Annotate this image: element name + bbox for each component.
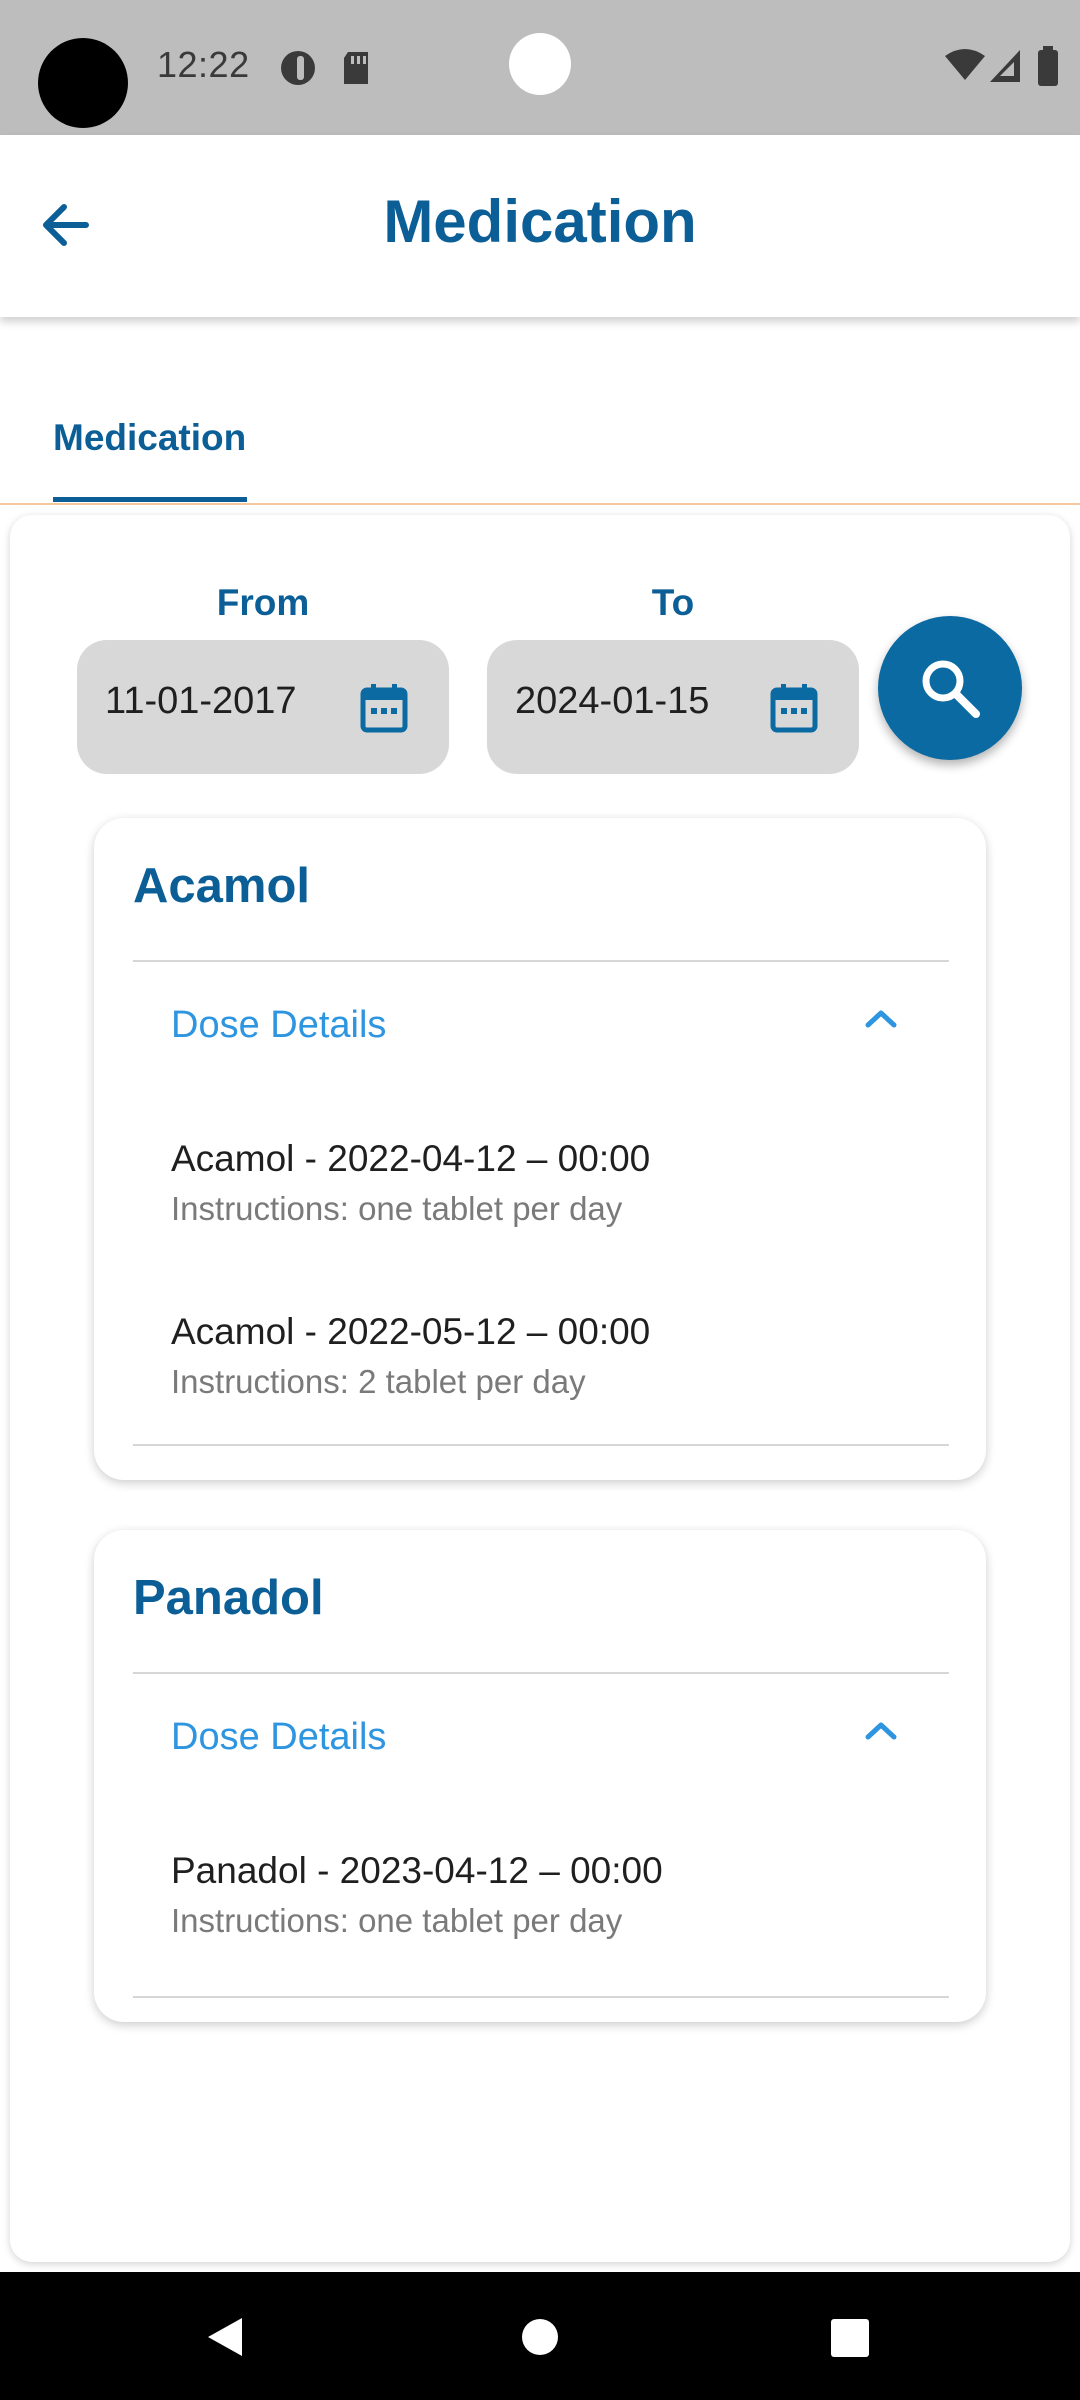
dose-title: Panadol - 2023-04-12 – 00:00 <box>171 1850 663 1891</box>
to-date-field[interactable]: 2024-01-15 <box>487 640 859 774</box>
tab-indicator <box>53 497 247 502</box>
system-navigation-bar <box>0 2272 1080 2400</box>
dose-title: Acamol - 2022-04-12 – 00:00 <box>171 1138 651 1179</box>
data-saver-icon <box>281 51 315 85</box>
signal-icon <box>990 50 1020 82</box>
medication-name: Panadol <box>133 1571 324 1625</box>
medication-name: Acamol <box>133 859 311 913</box>
page-title: Medication <box>383 188 697 255</box>
app-bar: Medication <box>0 135 1080 317</box>
front-camera <box>509 33 571 95</box>
dose-details-toggle[interactable]: Dose Details <box>133 962 949 1092</box>
battery-icon <box>1038 46 1058 86</box>
status-time: 12:22 <box>157 44 250 85</box>
card-divider <box>133 1444 949 1446</box>
search-icon <box>922 660 980 718</box>
dose-instructions: Instructions: one tablet per day <box>171 1902 623 1939</box>
to-date-value: 2024-01-15 <box>515 680 710 722</box>
search-button[interactable] <box>878 616 1022 760</box>
nav-home-icon[interactable] <box>521 2318 559 2356</box>
calendar-icon[interactable] <box>359 682 409 734</box>
dose-item: Panadol - 2023-04-12 – 00:00 Instruction… <box>171 1850 663 1940</box>
medication-panel: From 11-01-2017 To 2024-01-15 Acamol Dos… <box>10 515 1070 2262</box>
camera-cutout <box>38 38 128 128</box>
tab-medication[interactable]: Medication <box>53 417 246 459</box>
status-bar: 12:22 <box>0 0 1080 135</box>
dose-instructions: Instructions: 2 tablet per day <box>171 1363 586 1400</box>
medication-card: Panadol Dose Details Panadol - 2023-04-1… <box>94 1530 986 2022</box>
dose-instructions: Instructions: one tablet per day <box>171 1190 623 1227</box>
chevron-up-icon[interactable] <box>863 1718 899 1742</box>
nav-recents-icon[interactable] <box>830 2318 870 2358</box>
chevron-up-icon[interactable] <box>863 1006 899 1030</box>
to-label: To <box>651 582 695 623</box>
calendar-icon[interactable] <box>769 682 819 734</box>
dose-details-toggle[interactable]: Dose Details <box>133 1674 949 1804</box>
dose-item: Acamol - 2022-04-12 – 00:00 Instructions… <box>171 1138 650 1228</box>
nav-back-icon[interactable] <box>204 2316 244 2358</box>
tab-bar: Medication <box>0 317 1080 505</box>
from-date-value: 11-01-2017 <box>105 680 297 722</box>
dose-details-title: Dose Details <box>171 1004 387 1046</box>
from-label: From <box>216 582 310 623</box>
dose-item: Acamol - 2022-05-12 – 00:00 Instructions… <box>171 1311 650 1401</box>
card-divider <box>133 1996 949 1998</box>
from-date-field[interactable]: 11-01-2017 <box>77 640 449 774</box>
dose-details-title: Dose Details <box>171 1716 387 1758</box>
wifi-icon <box>945 49 985 80</box>
dose-title: Acamol - 2022-05-12 – 00:00 <box>171 1311 651 1352</box>
sd-card-icon <box>344 52 368 84</box>
medication-card: Acamol Dose Details Acamol - 2022-04-12 … <box>94 818 986 1480</box>
